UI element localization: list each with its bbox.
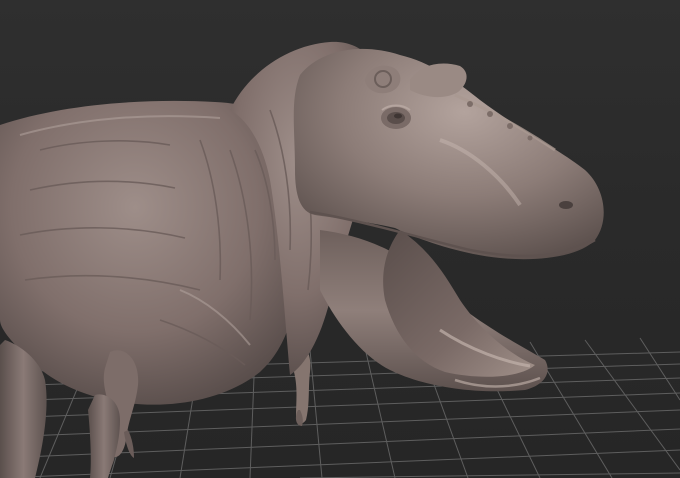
nostril-icon [559,201,573,209]
3d-viewport[interactable] [0,0,680,478]
t-rex-sculpt-model[interactable] [0,41,604,478]
viewport-canvas[interactable] [0,0,680,478]
front-arm-claw-2 [124,430,134,458]
body-torso [0,100,300,405]
front-leg [88,394,120,478]
